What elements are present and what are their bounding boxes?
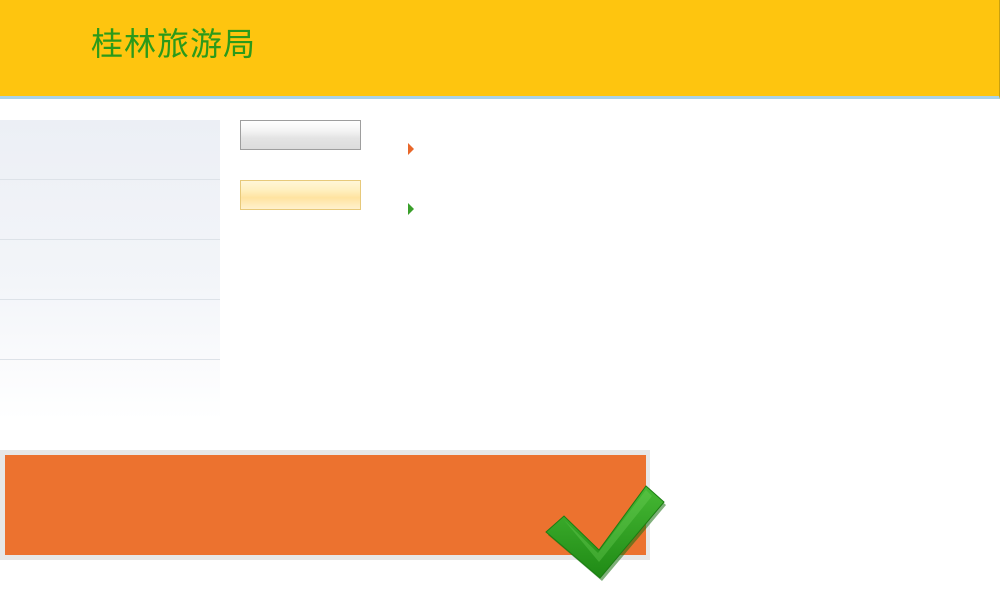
checkmark-icon	[545, 485, 666, 581]
header-bar: 桂林旅游局	[0, 0, 1000, 99]
side-menu-item-5[interactable]	[0, 360, 220, 419]
orange-arrow-icon	[408, 143, 414, 155]
site-title: 桂林旅游局	[91, 25, 257, 63]
side-menu	[0, 120, 220, 420]
side-menu-item-3[interactable]	[0, 240, 220, 300]
yellow-button[interactable]	[240, 180, 361, 210]
green-arrow-icon	[408, 203, 414, 215]
gray-button[interactable]	[240, 120, 361, 150]
side-menu-item-2[interactable]	[0, 180, 220, 240]
side-menu-item-4[interactable]	[0, 300, 220, 360]
side-menu-item-1[interactable]	[0, 120, 220, 180]
